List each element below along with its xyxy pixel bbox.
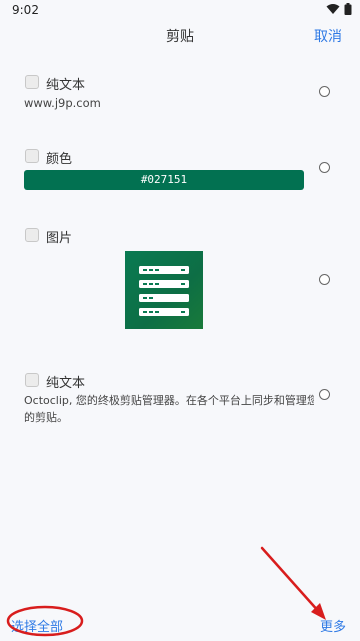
item-radio[interactable] [319,274,330,285]
status-icons [326,3,352,15]
item-checkbox[interactable] [25,373,39,387]
more-button[interactable]: 更多 [320,616,346,635]
item-type-label: 颜色 [46,152,73,167]
item-radio[interactable] [319,86,330,97]
select-all-button[interactable]: 选择全部 [11,616,63,635]
item-content-line2: 的剪贴。 [24,411,68,424]
item-checkbox[interactable] [25,228,39,242]
item-type-label: 纯文本 [46,376,86,391]
clip-item-text-2[interactable]: 纯文本 Octoclip, 您的终极剪贴管理器。在各个平台上同步和管理您 的剪贴… [0,370,360,430]
item-type-label: 纯文本 [46,78,86,93]
annotation-arrow-line [260,546,322,615]
item-radio[interactable] [319,389,330,400]
clip-item-image[interactable]: 图片 [0,225,360,335]
server-list-icon [139,266,189,316]
image-thumbnail [125,251,203,329]
page-title: 剪贴 [166,29,194,45]
cancel-button[interactable]: 取消 [314,26,342,46]
item-content: www.j9p.com [24,96,101,110]
color-swatch-bar: #027151 [24,170,304,190]
item-radio[interactable] [319,162,330,173]
title-bar: 剪贴 取消 [0,20,360,48]
status-time: 9:02 [12,3,39,17]
item-checkbox[interactable] [25,149,39,163]
wifi-icon [326,4,340,14]
clip-item-text-1[interactable]: 纯文本 www.j9p.com [0,70,360,110]
status-bar: 9:02 [0,0,360,20]
battery-icon [344,3,352,15]
item-checkbox[interactable] [25,75,39,89]
item-type-label: 图片 [46,231,73,246]
clip-item-color[interactable]: 颜色 #027151 [0,146,360,196]
item-content-line1: Octoclip, 您的终极剪贴管理器。在各个平台上同步和管理您 [24,394,314,407]
